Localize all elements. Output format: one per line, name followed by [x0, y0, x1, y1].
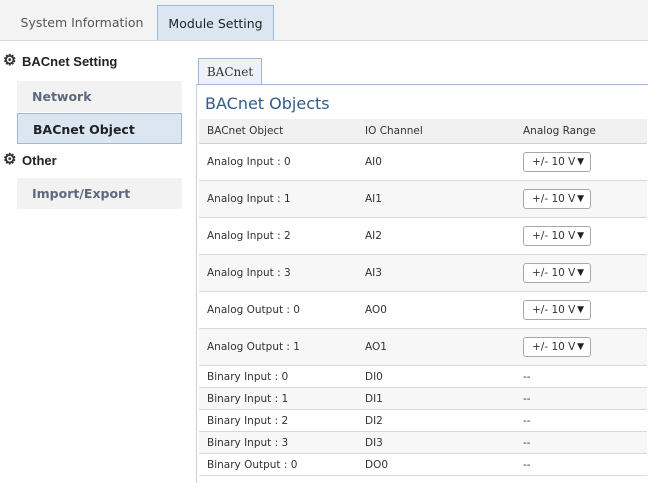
gear-icon: ⚙ [3, 52, 17, 69]
column-header-bacnet-object: BACnet Object [199, 119, 357, 144]
bacnet-panel: BACnet Objects BACnet Object IO Channel … [196, 84, 648, 483]
chevron-down-icon: ▼ [577, 157, 584, 167]
channel-cell: DI2 [357, 409, 515, 432]
column-header-io-channel: IO Channel [357, 119, 515, 144]
range-cell: -- [515, 409, 647, 432]
object-cell: Analog Input : 3 [199, 254, 357, 292]
select-value: +/- 10 V [532, 230, 576, 242]
analog-range-select[interactable]: +/- 10 V ▼ [523, 189, 591, 209]
section-title: BACnet Objects [205, 94, 330, 113]
channel-cell: AI0 [357, 143, 515, 181]
sidebar-item-bacnet-object[interactable]: BACnet Object [17, 113, 182, 144]
column-header-analog-range: Analog Range [515, 119, 647, 144]
range-cell: +/- 10 V ▼ [515, 291, 647, 329]
sidebar-item-network[interactable]: Network [17, 81, 182, 112]
analog-range-select[interactable]: +/- 10 V ▼ [523, 152, 591, 172]
object-cell: Binary Input : 0 [199, 365, 357, 388]
bacnet-objects-table: BACnet Object IO Channel Analog Range An… [199, 119, 647, 476]
range-cell: +/- 10 V ▼ [515, 328, 647, 366]
sidebar-group-label: Other [22, 153, 57, 168]
chevron-down-icon: ▼ [577, 342, 584, 352]
object-cell: Analog Input : 0 [199, 143, 357, 181]
analog-range-select[interactable]: +/- 10 V ▼ [523, 226, 591, 246]
object-cell: Binary Output : 0 [199, 453, 357, 476]
select-value: +/- 10 V [532, 341, 576, 353]
table-row: Analog Input : 2 AI2 +/- 10 V ▼ [199, 217, 647, 255]
table-row: Binary Output : 0 DO0 -- [199, 453, 647, 476]
object-cell: Analog Input : 2 [199, 217, 357, 255]
table-row: Binary Input : 0 DI0 -- [199, 365, 647, 388]
select-value: +/- 10 V [532, 304, 576, 316]
sidebar-item-import-export[interactable]: Import/Export [17, 178, 182, 209]
range-cell: +/- 10 V ▼ [515, 143, 647, 181]
gear-icon: ⚙ [3, 151, 17, 168]
object-cell: Binary Input : 1 [199, 387, 357, 410]
channel-cell: DI0 [357, 365, 515, 388]
channel-cell: AO0 [357, 291, 515, 329]
table-row: Binary Input : 1 DI1 -- [199, 387, 647, 410]
sidebar: ⚙ BACnet Setting Network BACnet Object ⚙… [0, 41, 190, 483]
channel-cell: AO1 [357, 328, 515, 366]
table-row: Analog Output : 0 AO0 +/- 10 V ▼ [199, 291, 647, 329]
sidebar-group-bacnet-setting: ⚙ BACnet Setting [0, 51, 190, 75]
top-tab-bar: System Information Module Setting [0, 0, 648, 41]
analog-range-select[interactable]: +/- 10 V ▼ [523, 300, 591, 320]
select-value: +/- 10 V [532, 156, 576, 168]
channel-cell: DO0 [357, 453, 515, 476]
main-content: BACnet BACnet Objects BACnet Object IO C… [190, 41, 648, 483]
channel-cell: AI3 [357, 254, 515, 292]
table-row: Analog Output : 1 AO1 +/- 10 V ▼ [199, 328, 647, 366]
chevron-down-icon: ▼ [577, 305, 584, 315]
chevron-down-icon: ▼ [577, 268, 584, 278]
range-cell: -- [515, 431, 647, 454]
channel-cell: DI3 [357, 431, 515, 454]
channel-cell: AI2 [357, 217, 515, 255]
table-row: Analog Input : 1 AI1 +/- 10 V ▼ [199, 180, 647, 218]
tab-bacnet[interactable]: BACnet [198, 58, 262, 84]
analog-range-select[interactable]: +/- 10 V ▼ [523, 263, 591, 283]
range-cell: +/- 10 V ▼ [515, 217, 647, 255]
table-row: Analog Input : 0 AI0 +/- 10 V ▼ [199, 143, 647, 181]
sidebar-group-label: BACnet Setting [22, 54, 118, 69]
chevron-down-icon: ▼ [577, 194, 584, 204]
channel-cell: DI1 [357, 387, 515, 410]
range-cell: -- [515, 453, 647, 476]
select-value: +/- 10 V [532, 267, 576, 279]
range-cell: -- [515, 387, 647, 410]
object-cell: Analog Output : 0 [199, 291, 357, 329]
chevron-down-icon: ▼ [577, 231, 584, 241]
object-cell: Binary Input : 2 [199, 409, 357, 432]
analog-range-select[interactable]: +/- 10 V ▼ [523, 337, 591, 357]
tab-module-setting[interactable]: Module Setting [157, 5, 274, 40]
object-cell: Analog Input : 1 [199, 180, 357, 218]
object-cell: Binary Input : 3 [199, 431, 357, 454]
object-cell: Analog Output : 1 [199, 328, 357, 366]
select-value: +/- 10 V [532, 193, 576, 205]
range-cell: +/- 10 V ▼ [515, 180, 647, 218]
table-row: Binary Input : 3 DI3 -- [199, 431, 647, 454]
table-row: Binary Input : 2 DI2 -- [199, 409, 647, 432]
range-cell: -- [515, 365, 647, 388]
tab-system-information[interactable]: System Information [8, 5, 156, 40]
table-row: Analog Input : 3 AI3 +/- 10 V ▼ [199, 254, 647, 292]
table-header-row: BACnet Object IO Channel Analog Range [199, 119, 647, 144]
channel-cell: AI1 [357, 180, 515, 218]
sidebar-group-other: ⚙ Other [0, 150, 190, 174]
range-cell: +/- 10 V ▼ [515, 254, 647, 292]
